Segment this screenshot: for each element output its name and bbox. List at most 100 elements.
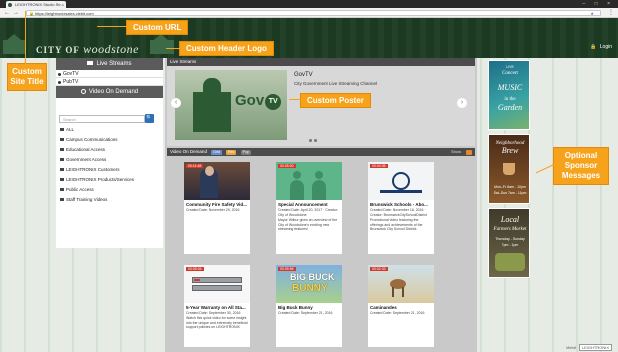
live-channel-title[interactable]: GovTV — [294, 72, 313, 78]
window-controls[interactable]: – □ × — [583, 0, 615, 8]
category-training[interactable]: Staff Training Videos — [59, 196, 159, 204]
sponsor-line: MUSIC — [497, 83, 523, 92]
video-thumbnail[interactable]: 00:05:00 — [276, 162, 342, 200]
video-description: Promotional video featuring the offering… — [370, 218, 423, 231]
video-title[interactable]: Big Buck Bunny — [278, 305, 340, 310]
video-card[interactable]: 00:04:36 Brunswick Schools - Abo... Crea… — [368, 162, 434, 254]
bookmark-star-icon[interactable]: ★ — [590, 11, 594, 16]
secure-lock-icon: 🔒 — [29, 11, 34, 16]
category-government[interactable]: Government Access — [59, 156, 159, 164]
rss-icon[interactable] — [466, 149, 472, 155]
show-count-label[interactable]: Show — [451, 148, 461, 156]
back-arrow-icon[interactable]: ← — [4, 8, 10, 18]
channel-label: PubTV — [63, 79, 79, 85]
duration-badge: 00:04:36 — [370, 164, 388, 168]
duration-badge: 00:11:48 — [186, 164, 204, 168]
channel-poster[interactable]: Gov TV — [175, 70, 287, 140]
category-public[interactable]: Public Access — [59, 186, 159, 194]
building-logo-icon — [3, 34, 25, 54]
callout-custom-poster: Custom Poster — [289, 93, 371, 108]
category-label: Public Access — [66, 187, 94, 192]
category-all[interactable]: ALL — [59, 126, 159, 134]
video-card[interactable]: 00:02:33 Caminandes Created Date: Septem… — [368, 265, 434, 347]
channel-dot-icon — [58, 72, 61, 76]
video-title[interactable]: Brunswick Schools - Abo... — [370, 202, 432, 207]
browser-tab[interactable]: LEIGHTRONIX Studio Str... × — [6, 1, 66, 8]
channel-item-pubtv[interactable]: PubTV — [56, 78, 163, 86]
search-input[interactable]: Search — [59, 115, 145, 123]
login-link[interactable]: 🔒 Login — [590, 44, 612, 50]
video-meta: Created Date: September 21, 2016 — [278, 311, 333, 315]
close-tab-icon[interactable]: × — [62, 1, 64, 8]
video-card[interactable]: BIG BUCK BUNNY 00:09:56 Big Buck Bunny C… — [276, 265, 342, 347]
category-products[interactable]: LEIGHTRONIX Products/Services — [59, 176, 159, 184]
play-circle-icon — [80, 89, 86, 94]
sort-recent-button[interactable]: Rec — [226, 150, 237, 155]
footer-badge: LEIGHTRONIX — [578, 344, 612, 351]
video-thumbnail[interactable]: 00:02:33 — [368, 265, 434, 303]
search-button[interactable]: 🔍 — [145, 114, 154, 123]
sponsor-line: 7pm - 1pm — [501, 243, 519, 247]
video-thumbnail[interactable]: BIG BUCK BUNNY 00:09:56 — [276, 265, 342, 303]
duration-badge: 00:05:04 — [186, 267, 204, 271]
sort-popular-button[interactable]: Pop — [240, 150, 251, 155]
sponsor-line: Concert — [502, 71, 518, 76]
carousel-prev-icon[interactable]: ‹ — [171, 98, 181, 108]
forward-arrow-icon[interactable]: → — [13, 8, 19, 18]
category-label: LEIGHTRONIX Products/Services — [66, 177, 135, 182]
sponsor-line: Garden — [497, 103, 523, 112]
browser-menu-icon[interactable]: ⋮ — [608, 8, 614, 18]
view-grid-button[interactable]: Grid — [211, 150, 222, 155]
video-thumbnail[interactable]: 00:11:48 — [184, 162, 250, 200]
category-customers[interactable]: LEIGHTRONIX Customers — [59, 166, 159, 174]
video-thumbnail[interactable]: 00:04:36 — [368, 162, 434, 200]
carousel-dots[interactable] — [309, 138, 319, 144]
footer-branding: Viebit LEIGHTRONIX — [566, 344, 612, 351]
tab-title: LEIGHTRONIX Studio Str... — [15, 2, 64, 7]
category-label: Staff Training Videos — [66, 197, 108, 202]
produce-basket-icon — [495, 253, 525, 271]
video-title[interactable]: Caminandes — [370, 305, 432, 310]
url-field[interactable]: 🔒 https://leightronixsales.viebit.com ★ — [26, 10, 601, 16]
video-card[interactable]: 00:05:00 Special Announcement Created Da… — [276, 162, 342, 254]
site-logo[interactable]: CITY OF woodstone — [36, 42, 139, 57]
sponsor-message[interactable]: Local Farmers Market Thursday - Sunday 7… — [488, 208, 530, 278]
vod-heading: Video On Demand — [56, 86, 163, 98]
duration-badge: 00:02:33 — [370, 267, 388, 271]
sponsor-line: Local — [500, 215, 520, 224]
video-title[interactable]: 5-Year Warranty on All Sta... — [186, 305, 248, 310]
folder-icon — [60, 188, 64, 191]
category-label: LEIGHTRONIX Customers — [66, 167, 120, 172]
folder-icon — [60, 168, 64, 171]
callout-custom-url: Custom URL — [96, 20, 189, 35]
tv-icon — [87, 61, 94, 65]
category-campus[interactable]: Campus Communications — [59, 136, 159, 144]
category-educational[interactable]: Educational Access — [59, 146, 159, 154]
video-card[interactable]: 00:05:04 5-Year Warranty on All Sta... C… — [184, 265, 250, 347]
sponsor-line: Sat–Sun 7am - 11pm — [493, 191, 527, 195]
channel-item-govtv[interactable]: GovTV — [56, 70, 163, 78]
sponsor-line: LIVE — [506, 65, 514, 69]
video-title[interactable]: Community Fire Safety Vid... — [186, 202, 248, 207]
sponsor-message[interactable]: Neighborhood Brew Mon–Fr 6am - 10pm Sat–… — [488, 134, 530, 204]
callout-sponsor-messages: Optional Sponsor Messages — [553, 147, 609, 185]
video-meta: Created Date: November 16, 2016 · Creato… — [370, 208, 427, 217]
live-streams-heading: Live Streams — [56, 58, 163, 70]
category-label: Government Access — [66, 157, 107, 162]
carousel-next-icon[interactable]: › — [457, 98, 467, 108]
video-description: Watch this quick video for some insight … — [186, 316, 248, 329]
video-card[interactable]: 00:11:48 Community Fire Safety Vid... Cr… — [184, 162, 250, 254]
live-channel-description: City Government Live Streaming Channel — [294, 81, 378, 86]
video-thumbnail[interactable]: 00:05:04 — [184, 265, 250, 303]
duration-badge: 00:09:56 — [278, 267, 296, 271]
category-label: Campus Communications — [66, 137, 118, 142]
category-label: ALL — [66, 127, 75, 132]
logo-script: woodstone — [83, 42, 140, 56]
folder-icon — [60, 138, 64, 141]
sponsor-line: Thursday - Sunday — [495, 237, 525, 241]
folder-icon — [60, 148, 64, 151]
poster-logo: Gov TV — [235, 92, 282, 110]
channel-dot-icon — [58, 80, 61, 84]
sponsor-message[interactable]: LIVE Concert MUSIC in the Garden — [488, 60, 530, 130]
video-title[interactable]: Special Announcement — [278, 202, 340, 207]
